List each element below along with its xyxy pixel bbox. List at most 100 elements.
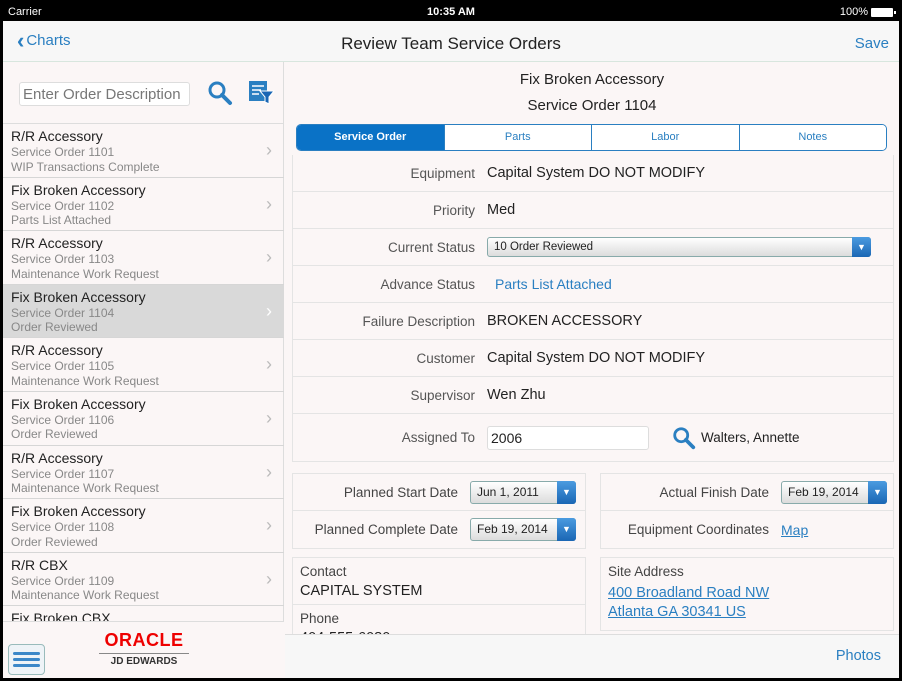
list-item-order: Service Order 1101: [11, 145, 115, 159]
dropdown-arrow-icon: ▼: [868, 480, 887, 504]
actual-finish-date-picker[interactable]: Feb 19, 2014 ▼: [781, 480, 887, 504]
field-current-status: Current Status 10 Order Reviewed ▼: [293, 229, 893, 266]
list-item[interactable]: Fix Broken Accessory Service Order 1104 Or…: [3, 284, 284, 339]
clock: 10:35 AM: [427, 6, 475, 18]
failure-description-label: Failure Description: [362, 313, 475, 329]
list-item[interactable]: Fix Broken CBX›: [3, 606, 284, 621]
list-item-order: Service Order 1107: [11, 466, 115, 481]
planned-complete-value: Feb 19, 2014: [477, 522, 548, 536]
list-item[interactable]: R/R Accessory Service Order 1105 Maintenan…: [3, 338, 284, 392]
logo-divider: [99, 653, 189, 654]
current-status-select[interactable]: 10 Order Reviewed ▼: [487, 237, 871, 257]
order-list-panel: R/R Accessory Service Order 1101WIP Trans…: [3, 62, 284, 678]
search-icon[interactable]: [671, 425, 697, 451]
search-icon[interactable]: [206, 79, 234, 107]
chevron-right-icon: ›: [266, 247, 272, 268]
list-item-title: Fix Broken Accessory: [11, 288, 146, 305]
chevron-right-icon: ›: [266, 193, 272, 214]
tab-labor[interactable]: Labor: [592, 125, 740, 150]
chevron-right-icon: ›: [266, 568, 272, 589]
list-item-status: Order Reviewed: [11, 427, 98, 442]
list-item-status: Maintenance Work Request: [11, 266, 159, 281]
assigned-to-label: Assigned To: [401, 430, 475, 445]
photos-button[interactable]: Photos: [836, 648, 881, 664]
service-order-list: R/R Accessory Service Order 1101 WIP Trans…: [3, 124, 284, 621]
list-item-order: Service Order 1104: [11, 305, 115, 320]
list-item-title: Fix Broken CBX: [11, 610, 111, 621]
detail-tabs: Service Order Parts Labor Notes: [296, 124, 887, 151]
map-link[interactable]: Map: [781, 522, 808, 538]
list-item[interactable]: R/R CBX Service Order 1109 Maintenance Wor…: [3, 553, 284, 607]
page-title: Review Team Service Orders: [341, 34, 561, 53]
bottom-toolbar: Photos: [285, 634, 899, 678]
jde-logo-text: JD EDWARDS: [110, 656, 178, 667]
chevron-right-icon: ›: [266, 354, 272, 375]
list-item[interactable]: Fix Broken Accessory Service Order 1108 Or…: [3, 499, 284, 553]
equipment-coordinates-row: Equipment Coordinates Map: [601, 511, 893, 548]
assigned-to-input[interactable]: [487, 425, 649, 450]
equipment-value: Capital System DO NOT MODIFY: [487, 165, 706, 181]
list-item-status: Order Reviewed: [11, 534, 98, 549]
list-item-status: WIP Transactions Complete: [11, 159, 160, 174]
priority-value: Med: [487, 202, 516, 218]
planned-start-row: Planned Start Date Jun 1, 2011 ▼: [293, 474, 585, 511]
battery-icon: [871, 7, 896, 17]
planned-start-date-picker[interactable]: Jun 1, 2011 ▼: [470, 480, 576, 504]
list-item-title: R/R Accessory: [11, 235, 103, 252]
hamburger-icon-line: [13, 658, 40, 661]
list-item-status: Maintenance Work Request: [11, 481, 159, 496]
field-priority: Priority Med: [293, 192, 893, 229]
tab-parts[interactable]: Parts: [444, 125, 592, 150]
chevron-right-icon: ›: [266, 300, 272, 321]
list-item-title: Fix Broken Accessory: [11, 503, 146, 520]
planned-complete-date-picker[interactable]: Feb 19, 2014 ▼: [470, 518, 576, 541]
planned-start-value: Jun 1, 2011: [477, 484, 539, 499]
list-item-status: Maintenance Work Request: [11, 373, 159, 388]
list-item-status: Parts List Attached: [11, 213, 112, 228]
field-assigned-to: Assigned To Walters, Annette: [293, 414, 893, 461]
list-item[interactable]: R/R Accessory Service Order 1101 WIP Trans…: [3, 124, 284, 178]
list-item-title: R/R Accessory: [11, 449, 103, 466]
contact-label: Contact: [300, 564, 347, 579]
list-item[interactable]: Fix Broken Accessory Service Order 1106 Or…: [3, 392, 284, 446]
chevron-right-icon: ›: [266, 515, 272, 536]
oracle-jde-logo: ORACLE JD EDWARDS: [99, 630, 189, 667]
phone-label: Phone: [300, 611, 340, 626]
site-address-line1[interactable]: 400 Broadland Road NW: [601, 584, 893, 603]
menu-button[interactable]: [8, 644, 45, 675]
list-item[interactable]: R/R Accessory Service Order 1107 Maintenan…: [3, 446, 284, 500]
field-equipment: Equipment Capital System DO NOT MODIFY: [293, 155, 893, 192]
battery-percent: 100%: [839, 6, 868, 18]
service-order-form: Equipment Capital System DO NOT MODIFY P…: [292, 155, 894, 462]
save-button[interactable]: Save: [855, 35, 889, 52]
order-search-input[interactable]: [19, 82, 190, 106]
tab-service-order[interactable]: Service Order: [297, 125, 445, 150]
advance-status-label: Advance Status: [380, 276, 475, 292]
list-item-order: Service Order 1106: [11, 412, 115, 427]
filter-icon[interactable]: [247, 78, 275, 106]
list-item[interactable]: R/R Accessory Service Order 1103 Maintenan…: [3, 231, 284, 285]
field-supervisor: Supervisor Wen Zhu: [293, 377, 893, 414]
list-item-order: Service Order 1109: [11, 573, 115, 588]
failure-description-value: BROKEN ACCESSORY: [487, 313, 643, 329]
list-item-status: Order Reviewed: [11, 320, 98, 335]
site-address-box: Site Address 400 Broadland Road NW Atlan…: [600, 557, 894, 631]
advance-status-link[interactable]: Parts List Attached: [487, 276, 612, 292]
list-item-status: Maintenance Work Request: [11, 588, 159, 603]
list-item[interactable]: Fix Broken Accessory Service Order 1102 Pa…: [3, 178, 284, 232]
actual-finish-value: Feb 19, 2014: [788, 484, 859, 499]
tab-notes[interactable]: Notes: [739, 125, 886, 150]
list-item-title: R/R Accessory: [11, 342, 103, 359]
contact-value: CAPITAL SYSTEM: [293, 579, 585, 605]
dropdown-arrow-icon: ▼: [852, 237, 871, 257]
hamburger-icon-line: [13, 652, 40, 655]
chevron-right-icon: ›: [266, 140, 272, 160]
order-detail-panel: Fix Broken Accessory Service Order 1104 …: [285, 62, 899, 678]
planned-complete-label: Planned Complete Date: [314, 522, 458, 537]
dropdown-arrow-icon: ▼: [557, 480, 576, 504]
current-status-label: Current Status: [387, 239, 475, 255]
site-address-line2[interactable]: Atlanta GA 30341 US: [601, 603, 893, 622]
planned-start-label: Planned Start Date: [343, 484, 458, 500]
planned-dates-box: Planned Start Date Jun 1, 2011 ▼ Planned…: [292, 473, 586, 549]
detail-header: Fix Broken Accessory Service Order 1104: [285, 62, 899, 119]
